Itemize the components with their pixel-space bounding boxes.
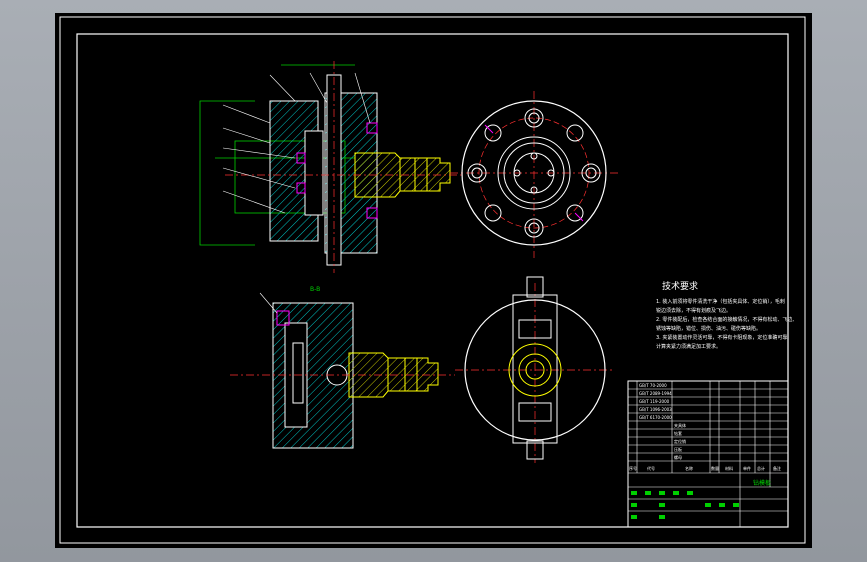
part-row: 压板	[674, 446, 682, 452]
section-label: B-B	[310, 286, 320, 293]
header-cell: 名称	[685, 465, 693, 471]
part-row: 夹具体	[674, 422, 686, 428]
part-row: GB/T 6170-2000	[639, 415, 672, 420]
sheet-border	[59, 16, 806, 544]
lower-circular-view	[455, 276, 615, 463]
drawing-sheet: B-B 技术要求 1. 装入前须将零件清洗干净（包括夹具体、定位销），毛刺 锐边…	[55, 13, 812, 548]
header-cell: 代号	[647, 465, 655, 471]
part-row: GB/T 1096-2003	[639, 407, 672, 412]
tech-req-line: 1. 装入前须将零件清洗干净（包括夹具体、定位销），毛刺	[656, 298, 785, 305]
tech-req-line: 锐边须去除，不得有划痕及飞边。	[656, 307, 731, 314]
header-cell: 备注	[773, 465, 781, 471]
part-row: 定位销	[674, 438, 686, 444]
technical-requirements: 技术要求 1. 装入前须将零件清洗干净（包括夹具体、定位销），毛刺 锐边须去除，…	[656, 280, 797, 350]
part-row: GB/T 2089-1994	[639, 391, 672, 396]
title-block: GB/T 70-2000 GB/T 2089-1994 GB/T 119-200…	[627, 380, 789, 528]
tech-req-line: 计算夹紧力须满足加工要求。	[656, 343, 721, 350]
tech-req-line: 3. 夹紧装置动作灵活可靠，不得有卡阻现象，定位准确可靠	[656, 334, 787, 341]
lower-section-view: B-B	[230, 286, 455, 449]
part-row: GB/T 70-2000	[639, 383, 667, 388]
drawing-canvas: B-B 技术要求 1. 装入前须将零件清洗干净（包括夹具体、定位销），毛刺 锐边…	[59, 16, 806, 544]
part-row: GB/T 119-2000	[639, 399, 670, 404]
part-row: 螺母	[674, 454, 682, 460]
drawing-name: 钻模板	[753, 479, 771, 487]
tech-req-line: 2. 零件装配后，检查各结合面的接触情况，不得有松动、飞边、	[656, 316, 797, 323]
header-cell: 序号	[629, 465, 637, 471]
header-cell: 材料	[725, 465, 733, 471]
cad-viewport[interactable]: B-B 技术要求 1. 装入前须将零件清洗干净（包括夹具体、定位销），毛刺 锐边…	[0, 0, 867, 562]
front-section-view	[199, 61, 465, 273]
top-view-flange	[450, 91, 620, 258]
header-cell: 单件	[743, 465, 751, 471]
tech-req-title: 技术要求	[662, 280, 698, 292]
header-cell: 数量	[711, 465, 719, 471]
part-row: 钻套	[674, 430, 682, 436]
header-cell: 总计	[757, 465, 765, 471]
tech-req-line: 锈蚀等缺陷，错位、损伤、油污、碰伤等缺陷。	[656, 325, 761, 332]
